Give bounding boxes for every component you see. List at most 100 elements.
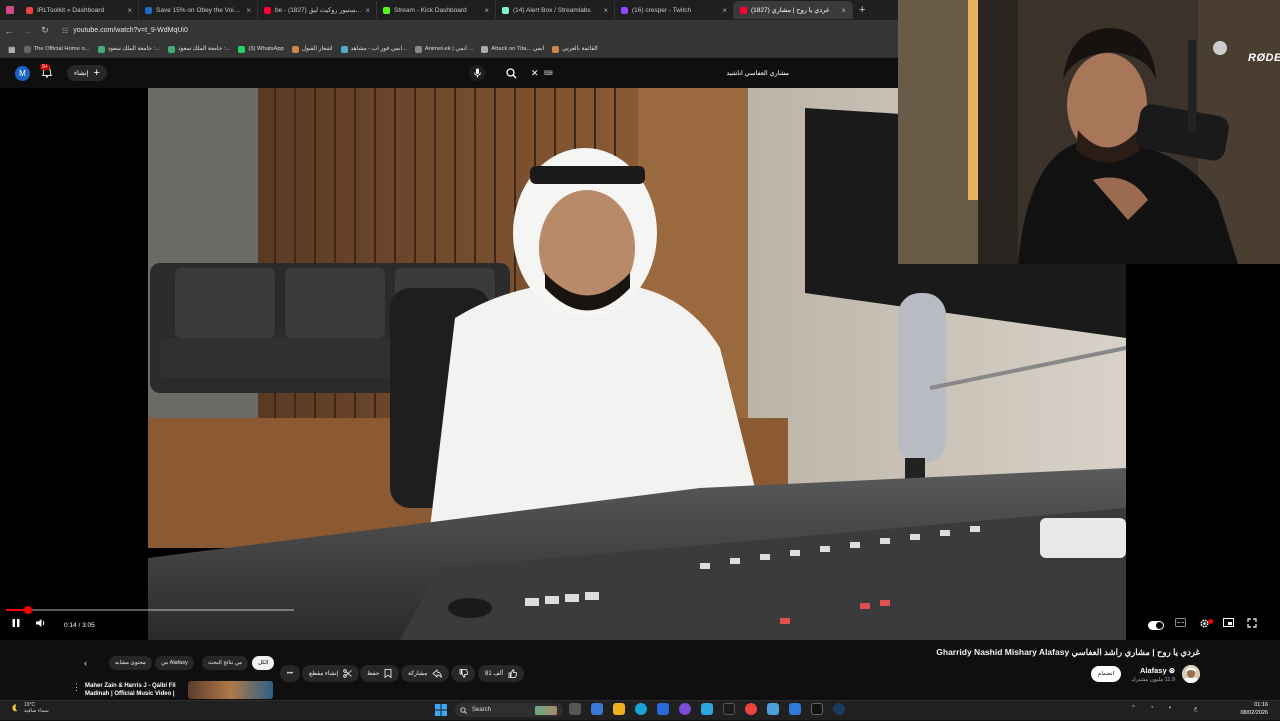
plus-icon: + xyxy=(93,67,100,79)
fullscreen-icon xyxy=(1247,618,1257,628)
terminal-icon[interactable] xyxy=(723,703,735,715)
volume-button[interactable] xyxy=(35,618,46,631)
speaker-icon[interactable]: ◖ xyxy=(1168,705,1172,711)
reload-button[interactable]: ↻ xyxy=(36,25,54,36)
taskbar-search[interactable]: Search xyxy=(455,703,563,717)
new-tab-button[interactable]: + xyxy=(859,4,865,16)
file-explorer-icon[interactable] xyxy=(613,703,625,715)
tab-close-icon[interactable]: × xyxy=(841,6,846,15)
weather-moon-icon xyxy=(12,704,18,712)
taskbar-search-placeholder: Search xyxy=(472,707,492,713)
channel-avatar[interactable] xyxy=(1182,665,1200,683)
browser-tab[interactable]: (1827) غردي يا روح | مشاري × xyxy=(734,1,853,19)
browser-tab[interactable]: (14) Alert Box / Streamlabs × xyxy=(496,1,615,19)
tabs-container: IRLToolkit » Dashboard × Save 15% on Obey … xyxy=(20,1,853,19)
bookmark-item[interactable]: انمي فور اب - مشاهد... xyxy=(340,45,407,53)
thumbs-up-icon[interactable] xyxy=(508,669,517,678)
back-button[interactable]: ← xyxy=(0,26,18,36)
bookmark-label: (3) WhatsApp xyxy=(248,46,284,52)
bookmark-label: اشعار القبول xyxy=(301,46,333,52)
store-icon[interactable] xyxy=(657,703,669,715)
progress-bar[interactable] xyxy=(6,606,294,614)
language-indicator[interactable]: ع xyxy=(1194,705,1198,712)
bookmark-favicon-icon xyxy=(481,45,489,53)
browser-tab[interactable]: be - كريستيور روكيت ليق (1827) × xyxy=(258,1,377,19)
edge-icon[interactable] xyxy=(635,703,647,715)
scissors-icon xyxy=(343,669,353,678)
tab-close-icon[interactable]: × xyxy=(127,6,132,15)
site-info-icon[interactable]: ☷ xyxy=(62,27,68,35)
dislike-button[interactable] xyxy=(451,665,475,682)
bookmark-item[interactable]: Attack on Tita... انمي xyxy=(481,45,544,53)
discord-icon[interactable] xyxy=(679,703,691,715)
tab-close-icon[interactable]: × xyxy=(722,6,727,15)
like-count[interactable]: 81 ألف xyxy=(485,670,503,677)
keyboard-icon[interactable]: ⌨ xyxy=(544,70,553,77)
video-title: Gharridy Nashid Mishary Alafasy غردي يا … xyxy=(936,647,1200,657)
chip-related[interactable]: محتوى مشابه xyxy=(109,656,152,670)
browser-tab[interactable]: (16) cresper - Twitch × xyxy=(615,1,734,19)
system-clock[interactable]: 01:16 08/02/2026 xyxy=(1240,701,1268,717)
bookmark-item[interactable]: (3) WhatsApp xyxy=(238,45,284,53)
tab-close-icon[interactable]: × xyxy=(365,6,370,15)
bookmark-item[interactable]: جامعة الملك سعود :... xyxy=(167,45,231,53)
autoplay-toggle[interactable] xyxy=(1148,621,1164,630)
forward-button[interactable]: → xyxy=(18,26,36,36)
fullscreen-button[interactable] xyxy=(1247,618,1257,631)
rec-more-icon[interactable]: ⋮ xyxy=(72,682,81,693)
chip-from-search[interactable]: من نتائج البحث xyxy=(202,656,248,670)
join-button[interactable]: انضمام xyxy=(1091,666,1121,682)
url-field[interactable]: ☷ youtube.com/watch?v=t_9-WdMqUi0 xyxy=(62,27,188,35)
more-actions-button[interactable]: ••• xyxy=(280,665,300,682)
obs-icon[interactable] xyxy=(811,703,823,715)
chip-from-channel[interactable]: من Alafasy xyxy=(155,656,194,670)
weather-widget[interactable]: 19°C سماء صافية xyxy=(10,702,49,714)
create-button[interactable]: إنشاء + xyxy=(67,65,107,81)
bookmark-label: جامعة الملك سعود :... xyxy=(177,46,231,52)
bookmark-item[interactable]: اشعار القبول xyxy=(291,45,333,53)
channel-name[interactable]: Alafasy ⊛ xyxy=(1140,666,1175,675)
bookmark-item[interactable]: جامعة الملك سعود :... xyxy=(97,45,160,53)
progress-scrubber[interactable] xyxy=(23,606,32,614)
bookmark-item[interactable]: القائمة بالعربي xyxy=(552,45,598,53)
bookmark-item[interactable]: AnimeLek | انمي ... xyxy=(414,45,473,53)
browser-tab[interactable]: Save 15% on Obey the Voice™ × xyxy=(139,1,258,19)
pause-button[interactable] xyxy=(11,618,21,631)
chrome-icon[interactable] xyxy=(745,703,757,715)
chips-prev-button[interactable]: ‹ xyxy=(78,656,93,670)
account-avatar[interactable]: M xyxy=(15,66,30,81)
chip-all[interactable]: الكل xyxy=(252,656,275,670)
rec-video-thumbnail[interactable] xyxy=(188,681,273,699)
tray-overflow-icon[interactable]: ^ xyxy=(1132,705,1135,711)
miniplayer-button[interactable] xyxy=(1223,618,1234,630)
bookmark-favicon-icon xyxy=(23,45,31,53)
tab-close-icon[interactable]: × xyxy=(484,6,489,15)
clear-search-icon[interactable]: ✕ xyxy=(531,68,539,79)
tab-close-icon[interactable]: × xyxy=(246,6,251,15)
browser-tab[interactable]: Stream - Kick Dashboard × xyxy=(377,1,496,19)
clip-button[interactable]: إنشاء مقطع xyxy=(302,665,360,682)
rec-video-title[interactable]: Maher Zain & Harris J - Qalbi Fil Madina… xyxy=(85,682,185,698)
steam-icon[interactable] xyxy=(833,703,845,715)
search-button[interactable] xyxy=(500,65,522,81)
share-button[interactable]: مشاركة xyxy=(401,665,450,682)
app-icon[interactable] xyxy=(701,703,713,715)
tab-search-button[interactable] xyxy=(0,0,20,20)
subtitles-icon xyxy=(1175,618,1186,627)
app-icon-3[interactable] xyxy=(789,703,801,715)
browser-tab[interactable]: IRLToolkit » Dashboard × xyxy=(20,1,139,19)
subtitles-button[interactable] xyxy=(1175,618,1186,630)
task-view-icon[interactable] xyxy=(569,703,581,715)
start-button[interactable] xyxy=(435,703,447,716)
network-icon[interactable]: ◔ xyxy=(1150,705,1154,711)
tab-close-icon[interactable]: × xyxy=(603,6,608,15)
apps-icon[interactable]: ▦ xyxy=(8,45,16,54)
bookmarks-container: The Official Home o... جامعة الملك سعود :… xyxy=(16,45,598,53)
voice-search-button[interactable] xyxy=(469,65,485,81)
tab-title: (14) Alert Box / Streamlabs xyxy=(513,6,591,14)
save-button[interactable]: حفظ xyxy=(360,665,400,682)
app-icon-2[interactable] xyxy=(767,703,779,715)
widgets-icon[interactable] xyxy=(591,703,603,715)
search-input[interactable]: ✕ ⌨ مشاري العفاسي اناشيد xyxy=(527,65,797,81)
bookmark-item[interactable]: The Official Home o... xyxy=(23,45,90,53)
